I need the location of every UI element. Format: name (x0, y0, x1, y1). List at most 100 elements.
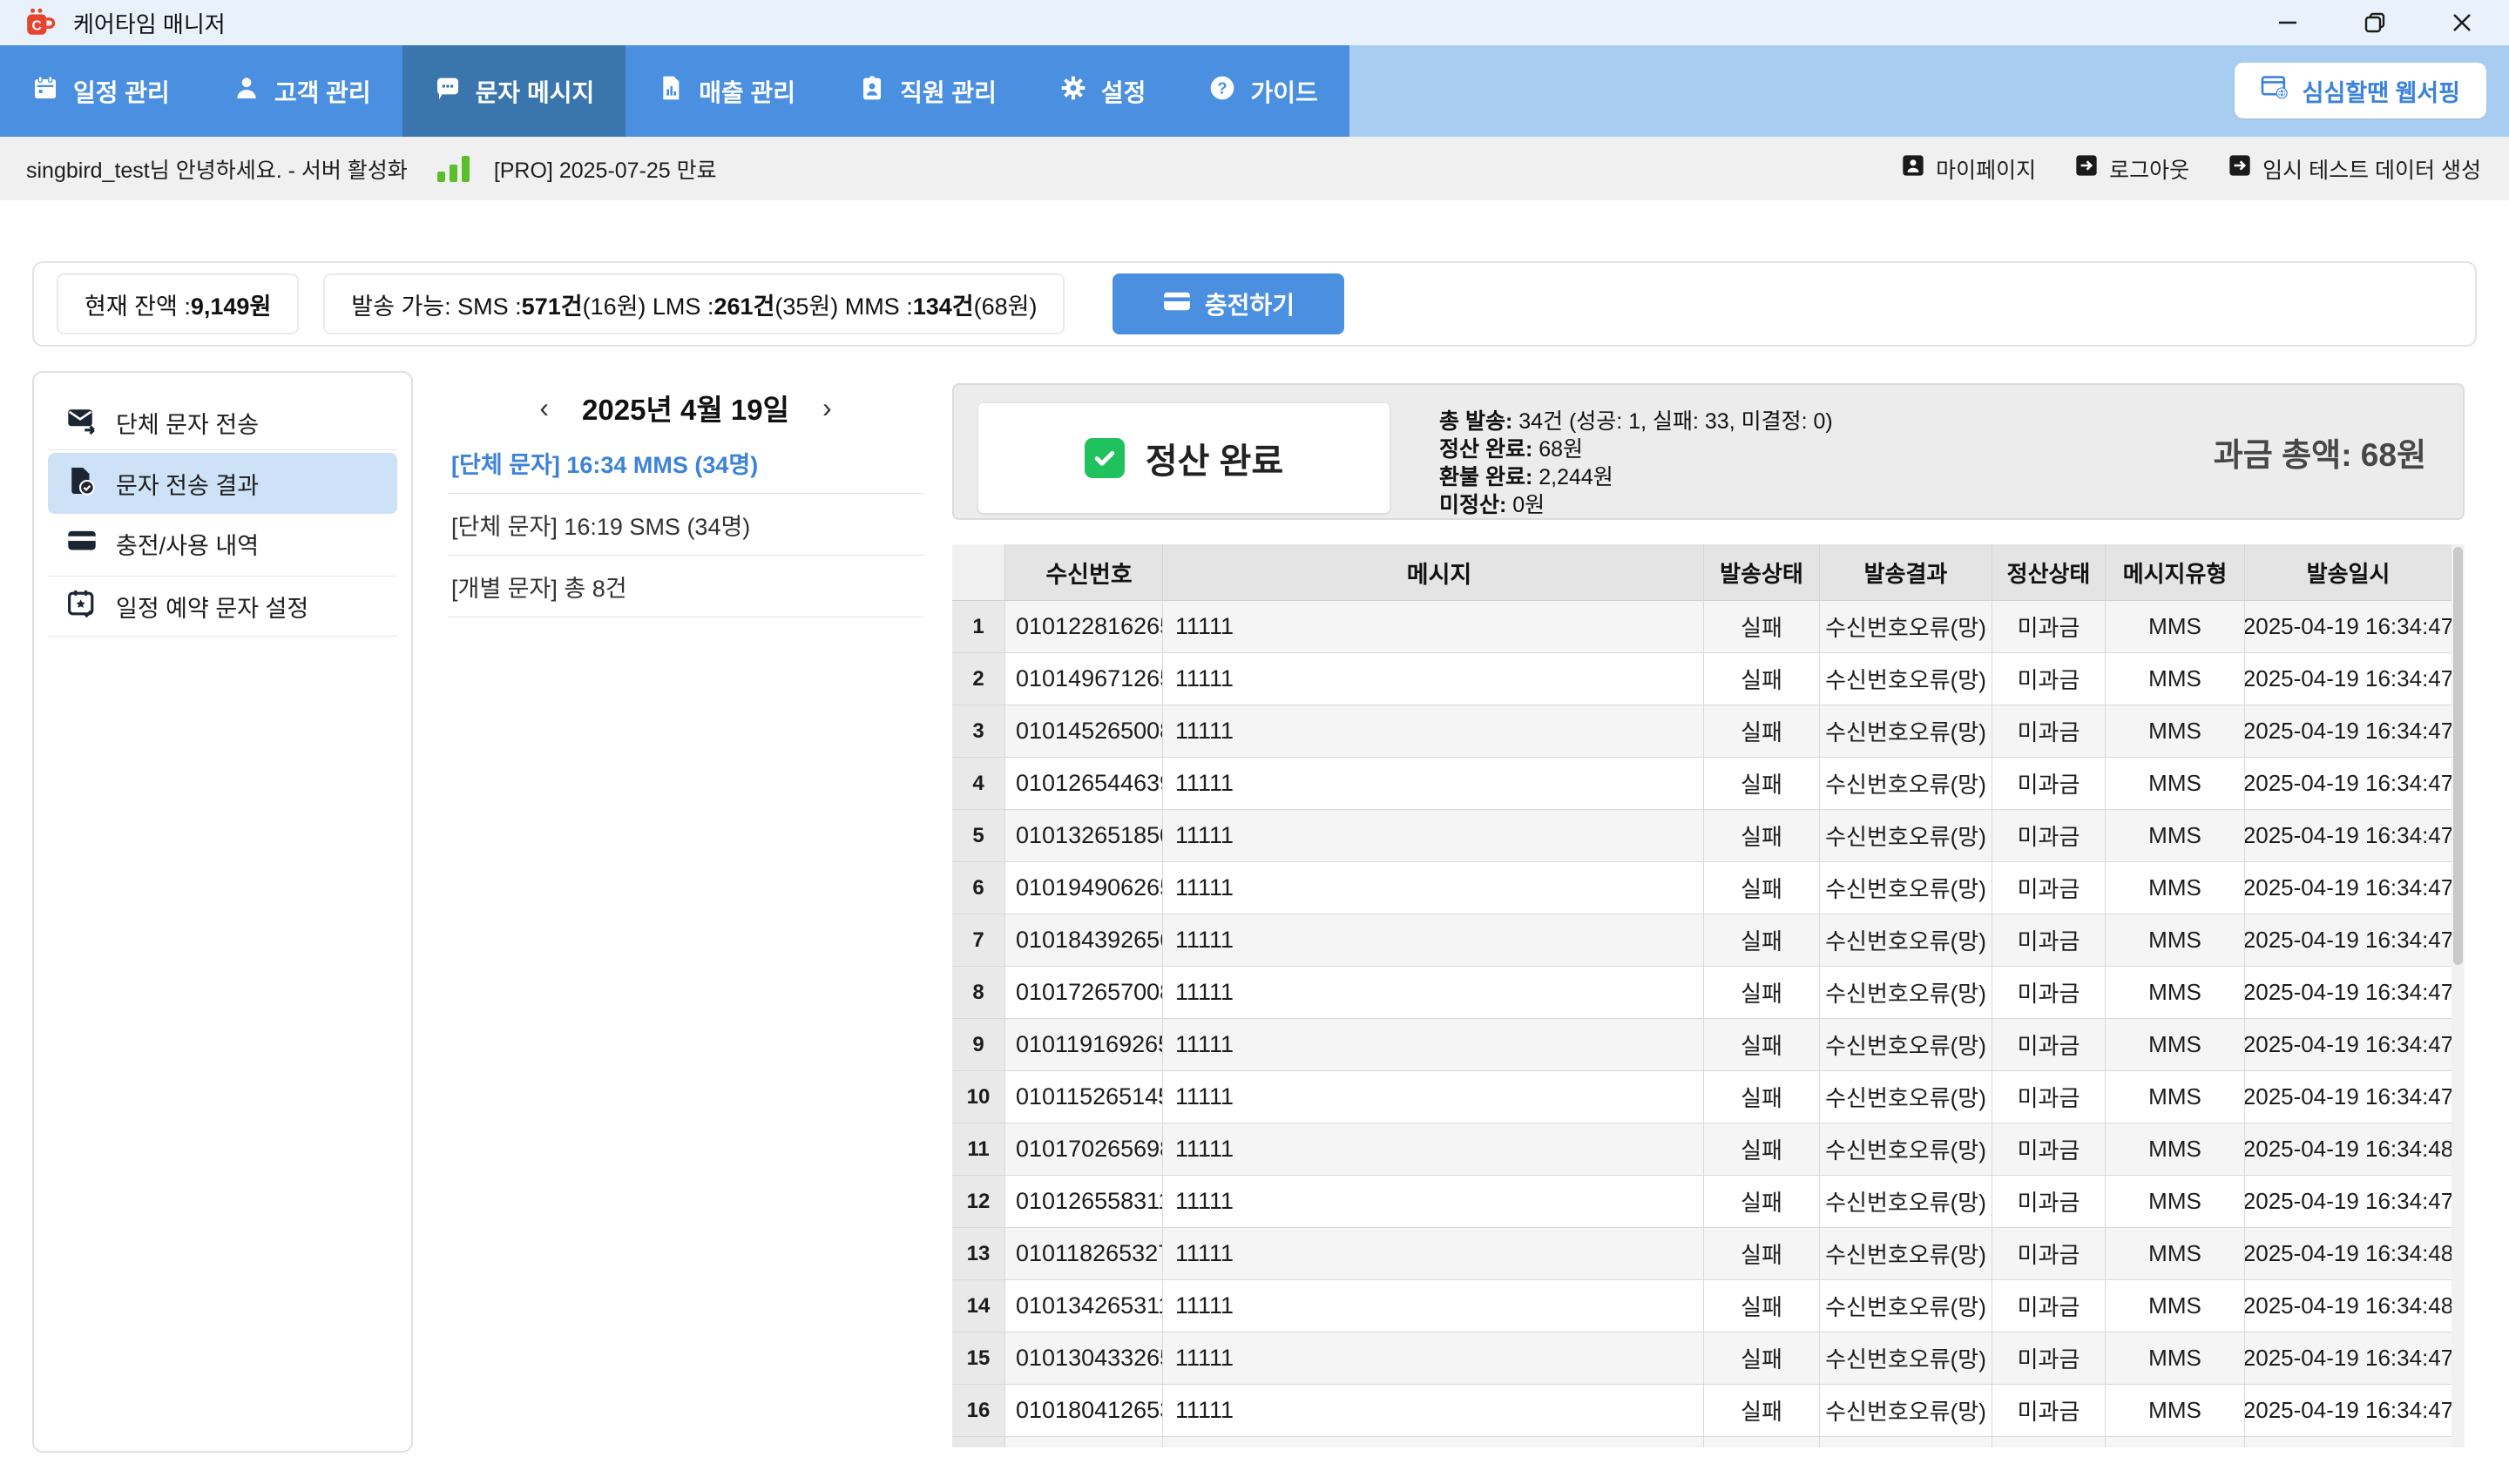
results-table: 수신번호 메시지 발송상태 발송결과 정산상태 메시지유형 발송일시 10101… (952, 544, 2465, 1447)
sidebar-item-bulk-send[interactable]: 단체 문자 전송 (34, 395, 411, 449)
table-row[interactable]: 1101017026569811111실패수신번호오류(망)미과금MMS2025… (952, 1123, 2465, 1176)
guide-icon: ? (1208, 74, 1236, 108)
cell-message-type: MMS (2106, 1228, 2245, 1279)
header-message: 메시지 (1163, 544, 1704, 600)
table-row[interactable]: 501013265185011111실패수신번호오류(망)미과금MMS2025-… (952, 810, 2465, 862)
cell-sent-at: 2025-04-19 16:34:47 (2245, 810, 2452, 861)
table-row[interactable]: 901011916926511111실패수신번호오류(망)미과금MMS2025-… (952, 1019, 2465, 1071)
sidebar-item-send-results[interactable]: 문자 전송 결과 (48, 453, 397, 514)
table-row[interactable]: 1301011826532711111실패수신번호오류(망)미과금MMS2025… (952, 1228, 2465, 1280)
table-row-partial (952, 1437, 2465, 1447)
cell-phone: 010172657008 (1005, 967, 1163, 1018)
header-send-status: 발송상태 (1704, 544, 1820, 600)
cell-message-type: MMS (2106, 862, 2245, 914)
row-index: 10 (952, 1071, 1005, 1123)
message-group-item[interactable]: [개별 문자] 총 8건 (448, 556, 923, 617)
balance-card: 현재 잔액 : 9,149원 발송 가능: SMS : 571건 (16원) L… (32, 261, 2477, 347)
summary-lines: 총 발송: 34건 (성공: 1, 실패: 33, 미결정: 0) 정산 완료:… (1439, 408, 1833, 519)
tab-schedule[interactable]: 일정 관리 (0, 45, 201, 137)
next-day-icon[interactable]: › (822, 392, 832, 424)
tab-staff[interactable]: 직원 관리 (827, 45, 1028, 137)
cell-billing-status: 미과금 (1992, 601, 2106, 652)
cell-phone: 010145265008 (1005, 705, 1163, 757)
header-index (952, 544, 1005, 600)
main-nav: 일정 관리 고객 관리 (0, 45, 2509, 137)
row-index: 9 (952, 1019, 1005, 1070)
tab-guide[interactable]: ? 가이드 (1177, 45, 1349, 137)
cell-message-type: MMS (2106, 1019, 2245, 1070)
staff-badge-icon (858, 74, 886, 108)
logout-icon (2074, 153, 2099, 184)
minimize-icon[interactable] (2270, 5, 2305, 40)
cell-billing-status: 미과금 (1992, 1332, 2106, 1384)
mypage-icon (1901, 153, 1925, 184)
cell-billing-status: 미과금 (1992, 1071, 2106, 1123)
cell-send-status: 실패 (1704, 967, 1820, 1018)
cell-message-type: MMS (2106, 1123, 2245, 1175)
cell-message: 11111 (1163, 1123, 1704, 1175)
tab-sales[interactable]: 매출 관리 (626, 45, 827, 137)
table-row[interactable]: 701018439265611111실패수신번호오류(망)미과금MMS2025-… (952, 914, 2465, 967)
cell-message-type: MMS (2106, 1385, 2245, 1436)
logout-label: 로그아웃 (2109, 153, 2189, 185)
cell-send-status: 실패 (1704, 1019, 1820, 1070)
date-navigator: ‹ 2025년 4월 19일 › (448, 383, 923, 432)
cell-billing-status: 미과금 (1992, 1123, 2106, 1175)
cell-phone: 010130433265 (1005, 1332, 1163, 1384)
cell-send-result: 수신번호오류(망) (1820, 914, 1992, 966)
message-group-item[interactable]: [단체 문자] 16:34 MMS (34명) (448, 432, 923, 494)
generate-data-icon (2228, 153, 2252, 184)
gear-icon (1059, 74, 1087, 108)
cell-sent-at: 2025-04-19 16:34:47 (2245, 705, 2452, 757)
cell-sent-at: 2025-04-19 16:34:47 (2245, 914, 2452, 966)
current-balance-label: 현재 잔액 : (85, 287, 191, 321)
logout-link[interactable]: 로그아웃 (2074, 153, 2189, 185)
close-icon[interactable] (2445, 5, 2479, 40)
cell-empty (1005, 1437, 1163, 1447)
tab-messages[interactable]: 문자 메시지 (402, 45, 626, 137)
web-surf-button[interactable]: 심심할땐 웹서핑 (2235, 63, 2486, 118)
mms-count: 134건 (913, 287, 974, 321)
table-row[interactable]: 601019490626511111실패수신번호오류(망)미과금MMS2025-… (952, 862, 2465, 914)
header-send-result: 발송결과 (1820, 544, 1992, 600)
restore-icon[interactable] (2357, 5, 2392, 40)
table-row[interactable]: 401012654463911111실패수신번호오류(망)미과금MMS2025-… (952, 758, 2465, 810)
title-bar: C 케어타임 매니저 (0, 0, 2509, 45)
tab-customers[interactable]: 고객 관리 (201, 45, 402, 137)
cell-message-type: MMS (2106, 1332, 2245, 1384)
sms-count: 571건 (522, 287, 583, 321)
charge-button[interactable]: 충전하기 (1112, 273, 1344, 334)
cell-message: 11111 (1163, 1176, 1704, 1227)
table-row[interactable]: 1201012655831111111실패수신번호오류(망)미과금MMS2025… (952, 1176, 2465, 1228)
sidebar-item-scheduled-sms[interactable]: 일정 예약 문자 설정 (34, 577, 411, 636)
table-row[interactable]: 1501013043326511111실패수신번호오류(망)미과금MMS2025… (952, 1332, 2465, 1385)
table-scrollbar[interactable] (2452, 544, 2465, 1447)
cell-sent-at: 2025-04-19 16:34:47 (2245, 653, 2452, 705)
cell-phone: 010194906265 (1005, 862, 1163, 914)
cell-message: 11111 (1163, 1071, 1704, 1123)
row-index: 14 (952, 1280, 1005, 1332)
table-row[interactable]: 1401013426531111111실패수신번호오류(망)미과금MMS2025… (952, 1280, 2465, 1332)
cell-phone: 010132651850 (1005, 810, 1163, 861)
table-row[interactable]: 101012281626511111실패수신번호오류(망)미과금MMS2025-… (952, 601, 2465, 653)
row-index: 1 (952, 601, 1005, 652)
scrollbar-thumb[interactable] (2453, 547, 2463, 965)
divider (48, 636, 397, 637)
cell-message: 11111 (1163, 758, 1704, 809)
table-row[interactable]: 1001011526514511111실패수신번호오류(망)미과금MMS2025… (952, 1071, 2465, 1123)
tab-settings[interactable]: 설정 (1028, 45, 1178, 137)
generate-test-data-link[interactable]: 임시 테스트 데이터 생성 (2228, 153, 2481, 185)
table-row[interactable]: 201014967126511111실패수신번호오류(망)미과금MMS2025-… (952, 653, 2465, 705)
cell-phone: 010184392656 (1005, 914, 1163, 966)
table-row[interactable]: 301014526500811111실패수신번호오류(망)미과금MMS2025-… (952, 705, 2465, 758)
prev-day-icon[interactable]: ‹ (539, 392, 549, 424)
cell-billing-status: 미과금 (1992, 967, 2106, 1018)
sidebar-item-charge-history[interactable]: 충전/사용 내역 (34, 516, 411, 570)
mypage-link[interactable]: 마이페이지 (1901, 153, 2036, 185)
cell-message: 11111 (1163, 653, 1704, 705)
message-group-item[interactable]: [단체 문자] 16:19 SMS (34명) (448, 494, 923, 556)
table-row[interactable]: 1601018041265311111실패수신번호오류(망)미과금MMS2025… (952, 1385, 2465, 1437)
cell-send-result: 수신번호오류(망) (1820, 1019, 1992, 1070)
cell-phone: 010122816265 (1005, 601, 1163, 652)
table-row[interactable]: 801017265700811111실패수신번호오류(망)미과금MMS2025-… (952, 967, 2465, 1019)
